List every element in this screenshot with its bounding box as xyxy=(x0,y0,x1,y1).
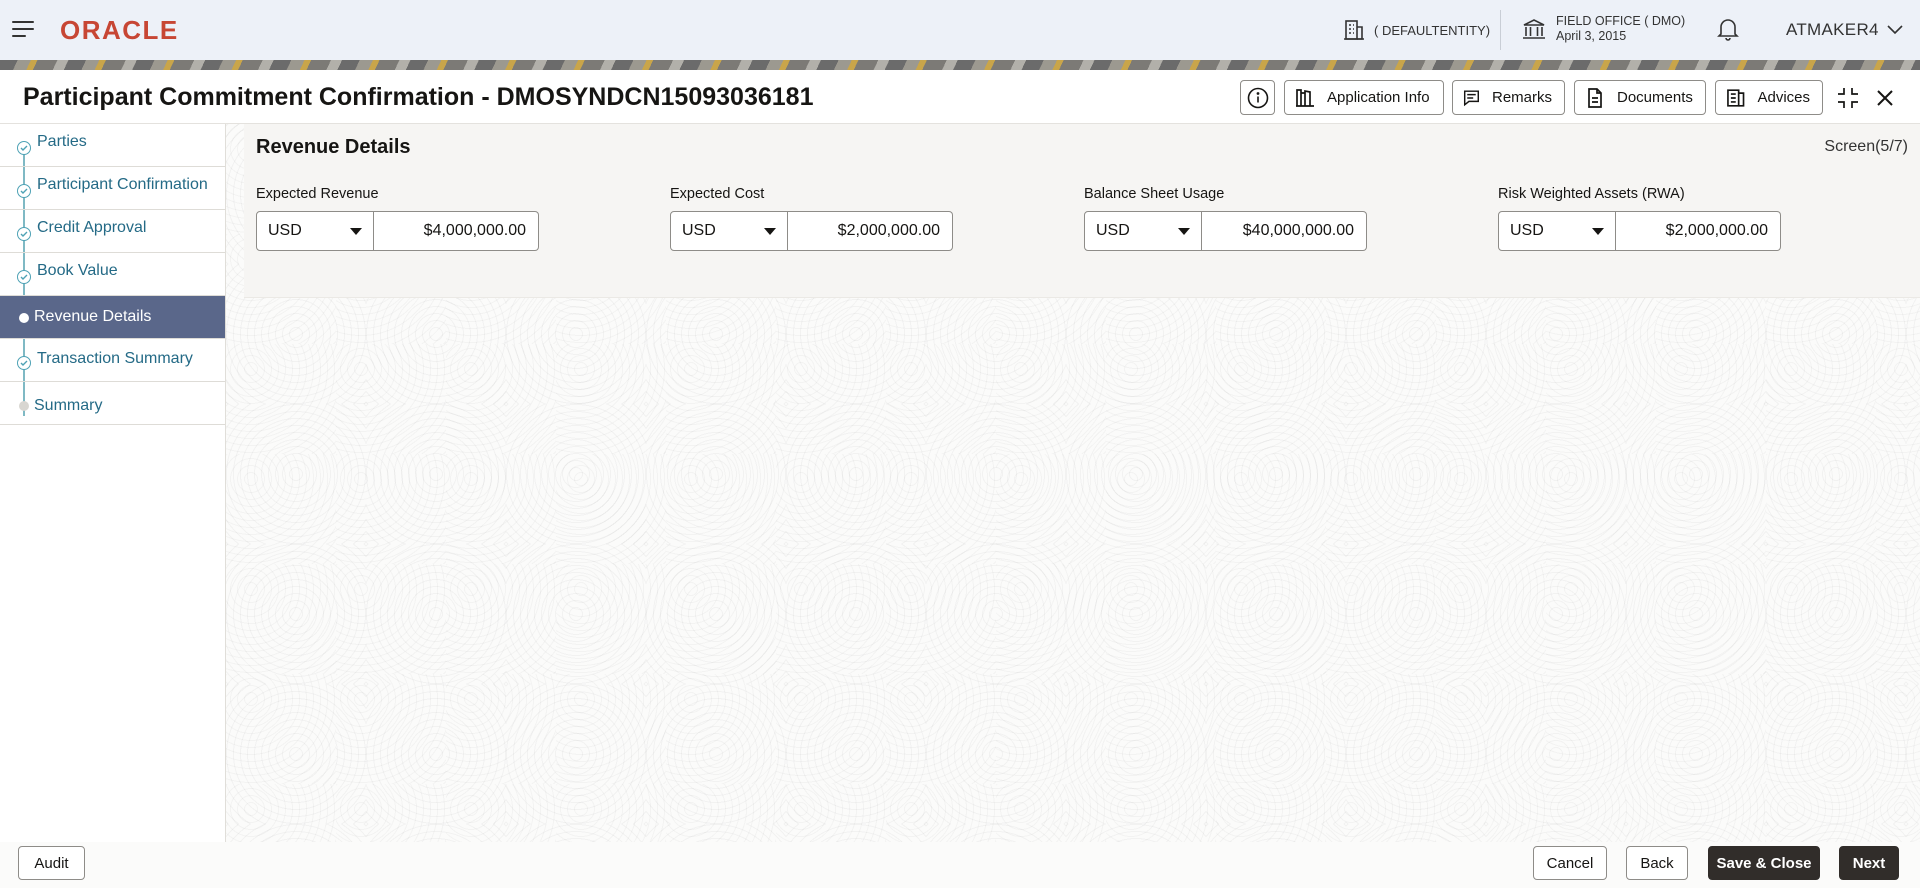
entity-selector[interactable]: ( DEFAULTENTITY) xyxy=(1344,18,1490,42)
amount-input[interactable] xyxy=(374,211,539,251)
caret-down-icon xyxy=(1592,227,1604,235)
building-icon xyxy=(1344,20,1364,40)
documents-icon xyxy=(1588,87,1602,108)
step-summary[interactable]: Summary xyxy=(0,382,225,425)
field-label: Expected Cost xyxy=(670,186,765,202)
step-label: Book Value xyxy=(37,262,118,279)
step-label: Revenue Details xyxy=(34,308,152,325)
check-circle-icon xyxy=(17,141,31,155)
office-name: FIELD OFFICE ( DMO) xyxy=(1556,14,1686,28)
amount-input[interactable] xyxy=(1616,211,1781,251)
step-participant-confirmation[interactable]: Participant Confirmation xyxy=(0,167,225,210)
step-revenue-details[interactable]: Revenue Details xyxy=(0,296,225,339)
info-icon xyxy=(1247,87,1268,108)
check-circle-icon xyxy=(17,270,31,284)
documents-label: Documents xyxy=(1617,89,1693,106)
rwa-field: Risk Weighted Assets (RWA) USD xyxy=(1498,186,1798,251)
bell-icon[interactable] xyxy=(1717,17,1739,41)
currency-value: USD xyxy=(682,222,716,239)
advices-label: Advices xyxy=(1757,89,1810,106)
remarks-button[interactable]: Remarks xyxy=(1452,80,1565,115)
currency-select[interactable]: USD xyxy=(1498,211,1616,251)
application-info-button[interactable]: Application Info xyxy=(1284,80,1444,115)
user-name: ATMAKER4 xyxy=(1786,20,1879,39)
amount-input[interactable] xyxy=(788,211,953,251)
modal-footer: Audit Cancel Back Save & Close Next xyxy=(0,842,1920,888)
oracle-logo: ORACLE xyxy=(60,15,179,45)
step-label: Credit Approval xyxy=(37,219,147,236)
field-label: Balance Sheet Usage xyxy=(1084,186,1225,202)
hamburger-icon[interactable] xyxy=(12,20,36,38)
modal-window: Participant Commitment Confirmation - DM… xyxy=(0,70,1920,888)
step-credit-approval[interactable]: Credit Approval xyxy=(0,210,225,253)
modal-header: Participant Commitment Confirmation - DM… xyxy=(0,70,1920,124)
caret-down-icon xyxy=(350,227,362,235)
section-title: Revenue Details xyxy=(256,136,411,158)
screen-indicator: Screen(5/7) xyxy=(1824,138,1908,155)
currency-select[interactable]: USD xyxy=(256,211,374,251)
back-button[interactable]: Back xyxy=(1626,846,1688,880)
divider xyxy=(1500,10,1501,50)
currency-value: USD xyxy=(1096,222,1130,239)
user-menu[interactable]: ATMAKER4 xyxy=(1786,20,1903,40)
caret-down-icon xyxy=(764,227,776,235)
step-transaction-summary[interactable]: Transaction Summary xyxy=(0,339,225,382)
step-label: Parties xyxy=(37,133,87,150)
application-info-icon xyxy=(1296,88,1314,107)
close-icon[interactable] xyxy=(1873,86,1897,110)
remarks-icon xyxy=(1463,89,1480,106)
step-label: Summary xyxy=(34,397,103,414)
audit-button[interactable]: Audit xyxy=(18,846,85,880)
step-parties[interactable]: Parties xyxy=(0,124,225,167)
check-circle-icon xyxy=(17,356,31,370)
field-label: Expected Revenue xyxy=(256,186,379,202)
info-button[interactable] xyxy=(1240,80,1275,115)
caret-down-icon xyxy=(1178,227,1190,235)
cancel-button[interactable]: Cancel xyxy=(1533,846,1607,880)
save-and-close-button[interactable]: Save & Close xyxy=(1708,846,1820,880)
office-selector[interactable]: FIELD OFFICE ( DMO) April 3, 2015 xyxy=(1522,14,1685,44)
top-bar: ORACLE ( DEFAULTENTITY) FIELD OFFICE ( D… xyxy=(0,0,1920,60)
modal-title: Participant Commitment Confirmation - DM… xyxy=(23,83,814,111)
check-circle-icon xyxy=(17,184,31,198)
expected-cost-field: Expected Cost USD xyxy=(670,186,970,251)
entity-label: ( DEFAULTENTITY) xyxy=(1374,22,1491,38)
currency-value: USD xyxy=(1510,222,1544,239)
step-book-value[interactable]: Book Value xyxy=(0,253,225,296)
currency-value: USD xyxy=(268,222,302,239)
advices-button[interactable]: Advices xyxy=(1715,80,1823,115)
amount-input[interactable] xyxy=(1202,211,1367,251)
step-label: Transaction Summary xyxy=(37,350,193,367)
expected-revenue-field: Expected Revenue USD xyxy=(256,186,556,251)
balance-sheet-usage-field: Balance Sheet Usage USD xyxy=(1084,186,1384,251)
next-button[interactable]: Next xyxy=(1839,846,1899,880)
revenue-details-section: Revenue Details Screen(5/7) Expected Rev… xyxy=(244,124,1920,298)
chevron-down-icon xyxy=(1887,25,1903,35)
step-sidebar: Parties Participant Confirmation Credit … xyxy=(0,124,226,842)
remarks-label: Remarks xyxy=(1491,89,1552,106)
field-label: Risk Weighted Assets (RWA) xyxy=(1498,186,1685,202)
currency-select[interactable]: USD xyxy=(670,211,788,251)
expand-icon[interactable] xyxy=(1836,86,1860,110)
pending-step-dot xyxy=(19,401,29,411)
office-date: April 3, 2015 xyxy=(1556,29,1627,43)
step-label: Participant Confirmation xyxy=(37,176,208,193)
currency-select[interactable]: USD xyxy=(1084,211,1202,251)
bank-icon xyxy=(1523,19,1545,39)
active-step-dot xyxy=(19,313,29,323)
main-content: Revenue Details Screen(5/7) Expected Rev… xyxy=(226,124,1920,842)
check-circle-icon xyxy=(17,227,31,241)
application-info-label: Application Info xyxy=(1327,89,1430,106)
advices-icon xyxy=(1727,88,1745,107)
decorative-banner xyxy=(0,60,1920,70)
documents-button[interactable]: Documents xyxy=(1574,80,1706,115)
